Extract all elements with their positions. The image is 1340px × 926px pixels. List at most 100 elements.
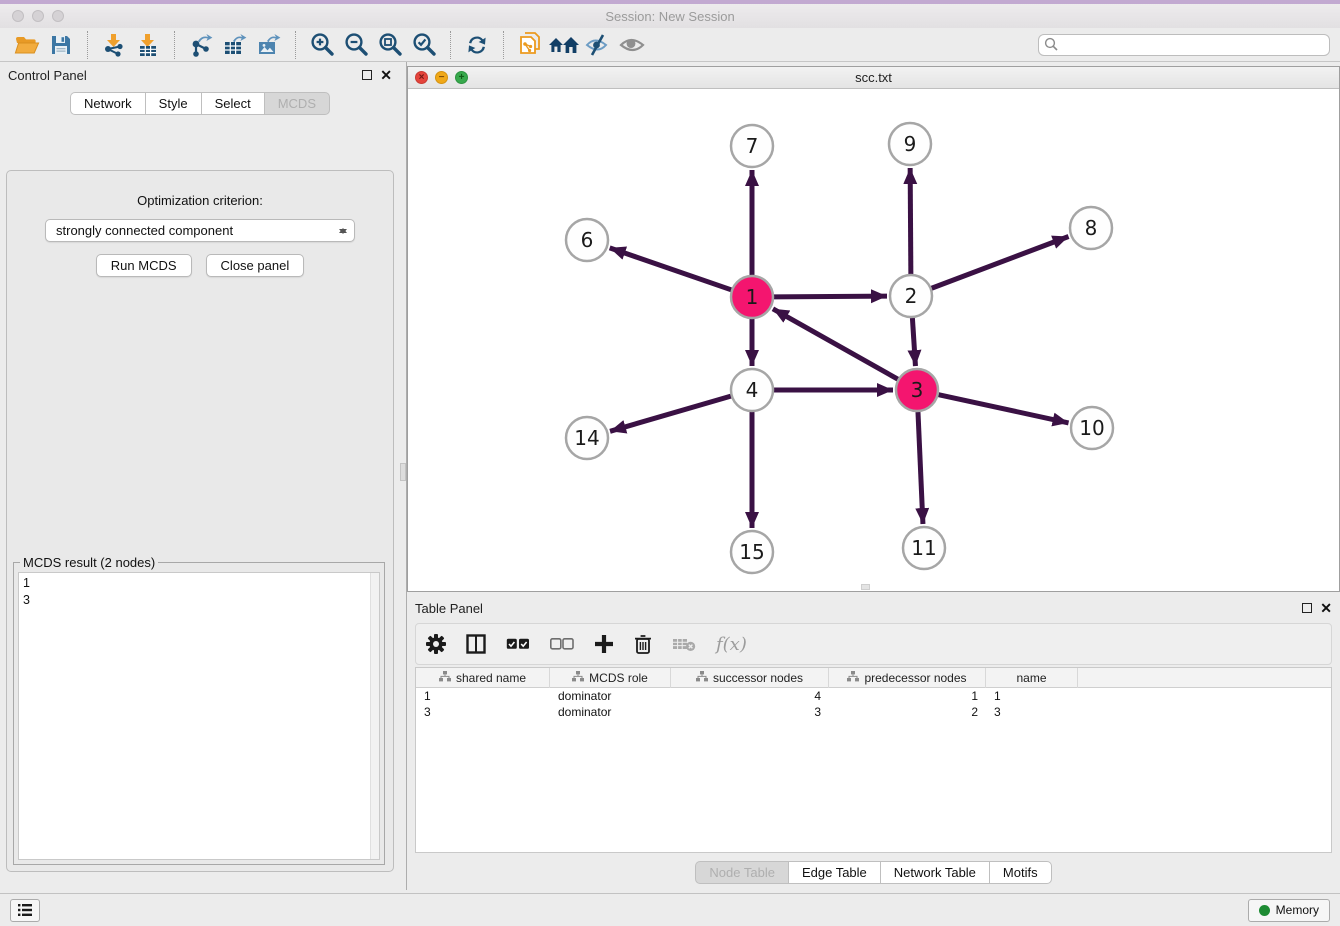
cell-name[interactable]: 3: [986, 705, 1078, 719]
column-header-name[interactable]: name: [986, 668, 1078, 688]
zoom-selected-icon[interactable]: [407, 30, 441, 60]
add-icon[interactable]: [594, 634, 614, 654]
cell-shared-name[interactable]: 3: [416, 705, 550, 719]
edge-3-11[interactable]: [918, 412, 923, 524]
tab-network-table[interactable]: Network Table: [880, 861, 989, 884]
gear-icon[interactable]: [426, 634, 446, 654]
panel-splitter[interactable]: [400, 62, 407, 890]
import-table-icon[interactable]: [131, 30, 165, 60]
edge-4-14[interactable]: [610, 396, 731, 431]
task-history-button[interactable]: [10, 899, 40, 922]
zoom-out-icon[interactable]: [339, 30, 373, 60]
network-close-icon[interactable]: ×: [415, 71, 428, 84]
optimization-criterion-label: Optimization criterion:: [7, 193, 393, 208]
edge-2-9[interactable]: [910, 168, 911, 274]
table-row[interactable]: 3dominator323: [416, 704, 1331, 720]
table-header-row: shared nameMCDS rolesuccessor nodesprede…: [416, 668, 1331, 688]
edge-1-6[interactable]: [610, 248, 732, 290]
column-layout-icon[interactable]: [466, 634, 486, 654]
float-table-panel-icon[interactable]: [1302, 603, 1312, 613]
table-panel-header: Table Panel ✕: [407, 595, 1340, 621]
toolbar-separator: [503, 31, 504, 59]
import-network-icon[interactable]: [97, 30, 131, 60]
zoom-window-icon[interactable]: [52, 10, 64, 22]
export-image-icon[interactable]: [252, 30, 286, 60]
main-titlebar[interactable]: Session: New Session: [0, 4, 1340, 28]
zoom-fit-icon[interactable]: [373, 30, 407, 60]
network-resize-grip[interactable]: [861, 584, 870, 590]
export-table-icon[interactable]: [218, 30, 252, 60]
tab-style[interactable]: Style: [145, 92, 201, 115]
memory-status-icon: [1259, 905, 1270, 916]
edge-3-1[interactable]: [773, 309, 898, 379]
edge-1-2[interactable]: [774, 296, 887, 297]
close-window-icon[interactable]: [12, 10, 24, 22]
show-details-icon[interactable]: [615, 30, 649, 60]
deselect-all-icon[interactable]: [550, 637, 574, 651]
duplicate-network-icon[interactable]: [513, 30, 547, 60]
control-panel: Control Panel ✕ NetworkStyleSelectMCDS O…: [0, 62, 400, 880]
edge-3-10[interactable]: [938, 395, 1068, 423]
graph-node-label-14: 14: [574, 426, 599, 450]
cell-successor-nodes[interactable]: 4: [671, 689, 829, 703]
refresh-icon[interactable]: [460, 30, 494, 60]
select-all-icon[interactable]: [506, 637, 530, 651]
tab-select[interactable]: Select: [201, 92, 264, 115]
graph-node-label-9: 9: [904, 132, 917, 156]
memory-button[interactable]: Memory: [1248, 899, 1330, 922]
network-window-titlebar[interactable]: × − + scc.txt: [408, 67, 1339, 89]
home-icon[interactable]: [547, 30, 581, 60]
network-minimize-icon[interactable]: −: [435, 71, 448, 84]
search-input[interactable]: [1038, 34, 1330, 56]
export-network-icon[interactable]: [184, 30, 218, 60]
cell-successor-nodes[interactable]: 3: [671, 705, 829, 719]
minimize-window-icon[interactable]: [32, 10, 44, 22]
network-graph[interactable]: 7968124314101511: [408, 89, 1339, 591]
column-header-successor-nodes[interactable]: successor nodes: [671, 668, 829, 688]
run-mcds-button[interactable]: Run MCDS: [96, 254, 192, 277]
window-title: Session: New Session: [0, 9, 1340, 24]
column-header-shared-name[interactable]: shared name: [416, 668, 550, 688]
hide-details-icon[interactable]: [581, 30, 615, 60]
tab-mcds[interactable]: MCDS: [264, 92, 330, 115]
tab-node-table[interactable]: Node Table: [695, 861, 788, 884]
save-icon[interactable]: [44, 30, 78, 60]
cell-predecessor-nodes[interactable]: 1: [829, 689, 986, 703]
control-panel-title: Control Panel: [8, 68, 87, 83]
tab-edge-table[interactable]: Edge Table: [788, 861, 880, 884]
splitter-grip[interactable]: [400, 463, 406, 481]
mcds-result-text: 1 3: [19, 573, 379, 611]
optimization-criterion-select[interactable]: strongly connected component: [45, 219, 355, 242]
hierarchy-icon: [847, 671, 859, 685]
tab-motifs[interactable]: Motifs: [989, 861, 1052, 884]
delete-icon[interactable]: [634, 634, 652, 654]
tab-network[interactable]: Network: [70, 92, 145, 115]
cell-shared-name[interactable]: 1: [416, 689, 550, 703]
network-zoom-icon[interactable]: +: [455, 71, 468, 84]
column-header-predecessor-nodes[interactable]: predecessor nodes: [829, 668, 986, 688]
mcds-result-box[interactable]: 1 3: [18, 572, 380, 860]
window-controls[interactable]: [12, 10, 64, 22]
close-table-panel-icon[interactable]: ✕: [1320, 603, 1332, 613]
close-panel-icon[interactable]: ✕: [380, 70, 392, 80]
open-folder-icon[interactable]: [10, 30, 44, 60]
result-scrollbar[interactable]: [370, 573, 379, 859]
delete-table-icon[interactable]: [672, 636, 696, 652]
function-builder-icon[interactable]: f(x): [716, 634, 747, 655]
node-table[interactable]: shared nameMCDS rolesuccessor nodesprede…: [415, 667, 1332, 853]
edge-2-3[interactable]: [912, 318, 915, 366]
network-canvas[interactable]: 7968124314101511: [408, 89, 1339, 591]
edge-2-8[interactable]: [932, 236, 1069, 288]
float-panel-icon[interactable]: [362, 70, 372, 80]
cell-mcds-role[interactable]: dominator: [550, 705, 671, 719]
cell-mcds-role[interactable]: dominator: [550, 689, 671, 703]
close-panel-button[interactable]: Close panel: [206, 254, 305, 277]
table-panel-title: Table Panel: [415, 601, 483, 616]
cell-name[interactable]: 1: [986, 689, 1078, 703]
zoom-in-icon[interactable]: [305, 30, 339, 60]
status-bar: Memory: [0, 893, 1340, 926]
column-header-mcds-role[interactable]: MCDS role: [550, 668, 671, 688]
table-row[interactable]: 1dominator411: [416, 688, 1331, 704]
toolbar-separator: [295, 31, 296, 59]
cell-predecessor-nodes[interactable]: 2: [829, 705, 986, 719]
